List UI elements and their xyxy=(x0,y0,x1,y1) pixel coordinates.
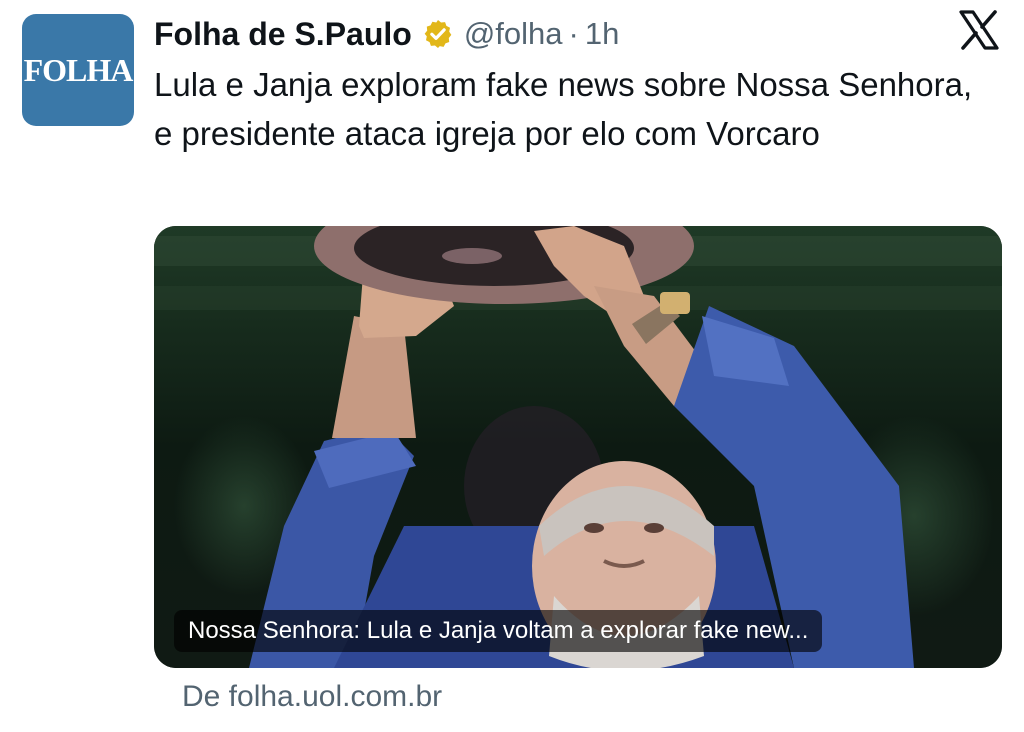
avatar-logo-text: FOLHA xyxy=(23,51,134,88)
link-source[interactable]: De folha.uol.com.br xyxy=(182,680,442,714)
tweet-text: Lula e Janja exploram fake news sobre No… xyxy=(154,66,973,152)
verified-badge-icon xyxy=(424,20,452,48)
timestamp[interactable]: 1h xyxy=(585,16,619,52)
article-photo xyxy=(154,226,1002,668)
account-avatar[interactable]: FOLHA xyxy=(22,14,134,126)
link-card-caption: Nossa Senhora: Lula e Janja voltam a exp… xyxy=(174,610,823,652)
account-handle[interactable]: @folha xyxy=(464,16,563,52)
tweet-header: Folha de S.Paulo @folha · 1h xyxy=(154,12,619,56)
x-logo-icon xyxy=(959,10,999,50)
separator-dot: · xyxy=(568,16,579,51)
link-preview-card[interactable]: Nossa Senhora: Lula e Janja voltam a exp… xyxy=(154,226,1002,668)
display-name[interactable]: Folha de S.Paulo xyxy=(154,16,412,53)
